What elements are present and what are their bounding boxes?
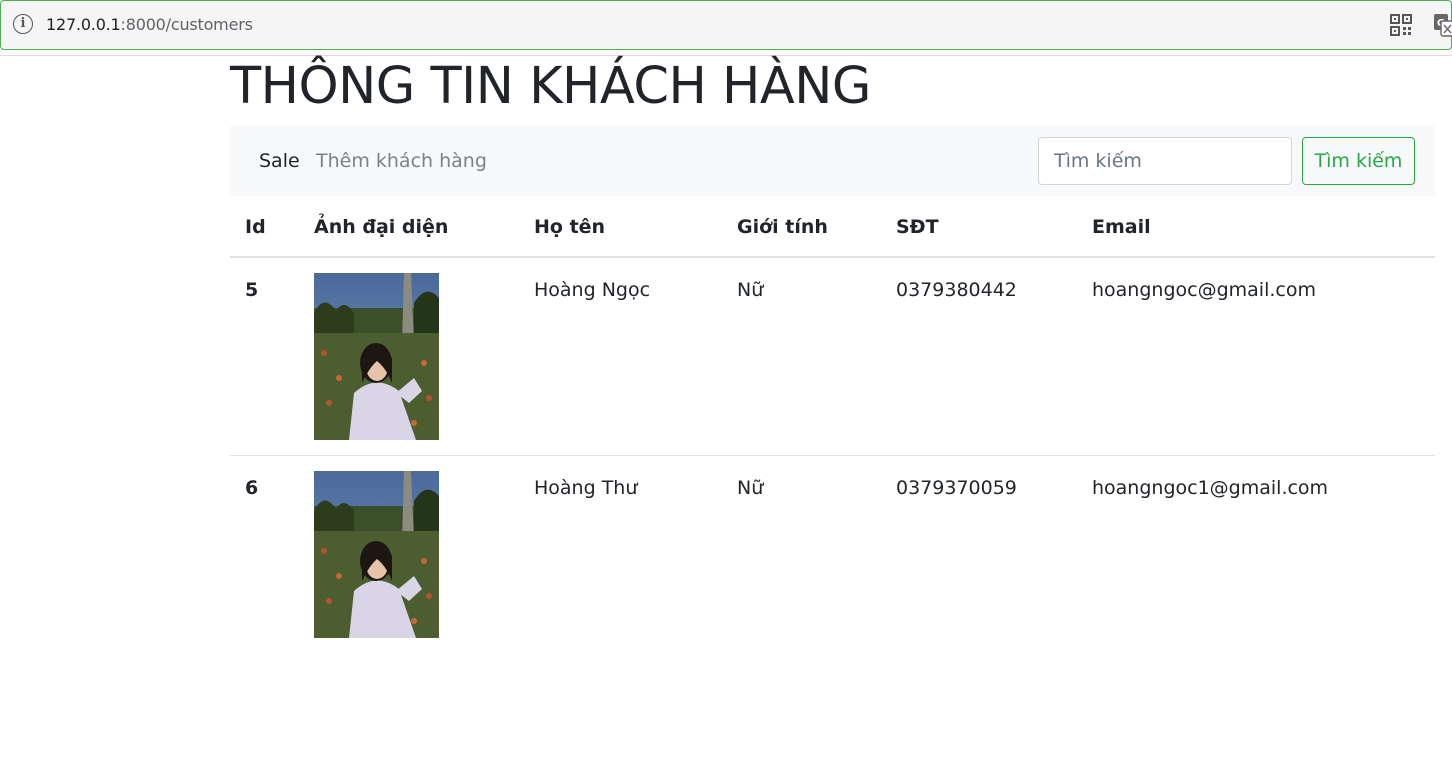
cell-email: hoangngoc1@gmail.com (1092, 477, 1329, 499)
add-customer-link[interactable]: Thêm khách hàng (316, 150, 487, 172)
navbar-brand[interactable]: Sale (259, 150, 300, 172)
search-input[interactable] (1038, 137, 1292, 185)
header-gender: Giới tính (737, 216, 828, 238)
cell-name: Hoàng Ngọc (534, 279, 651, 301)
toolbar-divider (0, 55, 1452, 56)
cell-id: 6 (245, 477, 259, 499)
header-avatar: Ảnh đại diện (314, 216, 449, 238)
cell-phone: 0379380442 (896, 279, 1017, 301)
search-button[interactable]: Tìm kiếm (1302, 137, 1415, 185)
header-email: Email (1092, 216, 1151, 238)
navbar: Sale Thêm khách hàng Tìm kiếm (230, 126, 1435, 196)
cell-name: Hoàng Thư (534, 477, 638, 499)
url-host: 127.0.0.1 (46, 15, 121, 34)
header-phone: SĐT (896, 216, 939, 238)
customers-table: Id Ảnh đại diện Họ tên Giới tính SĐT Ema… (230, 196, 1435, 654)
table-row: 6 Hoàng Thư Nữ 0379370059 hoangngoc1@gma… (230, 456, 1435, 654)
table-header: Id Ảnh đại diện Họ tên Giới tính SĐT Ema… (230, 196, 1435, 258)
qr-code-icon[interactable] (1390, 14, 1412, 36)
header-id: Id (245, 216, 266, 238)
cell-phone: 0379370059 (896, 477, 1017, 499)
cell-email: hoangngoc@gmail.com (1092, 279, 1316, 301)
url-text[interactable]: 127.0.0.1:8000/customers (46, 15, 253, 34)
avatar (314, 273, 439, 440)
info-icon[interactable]: i (13, 14, 33, 34)
cell-id: 5 (245, 279, 259, 301)
avatar (314, 471, 439, 638)
cell-gender: Nữ (737, 477, 764, 499)
address-bar[interactable]: i 127.0.0.1:8000/customers G (0, 0, 1452, 50)
page-title: THÔNG TIN KHÁCH HÀNG (230, 57, 871, 116)
url-path: :8000/customers (120, 15, 253, 34)
header-name: Họ tên (534, 216, 606, 238)
translate-icon[interactable]: G (1433, 13, 1452, 37)
cell-gender: Nữ (737, 279, 764, 301)
table-row: 5 Hoàng Ngọc Nữ 0379380442 hoangngoc@gma… (230, 258, 1435, 456)
